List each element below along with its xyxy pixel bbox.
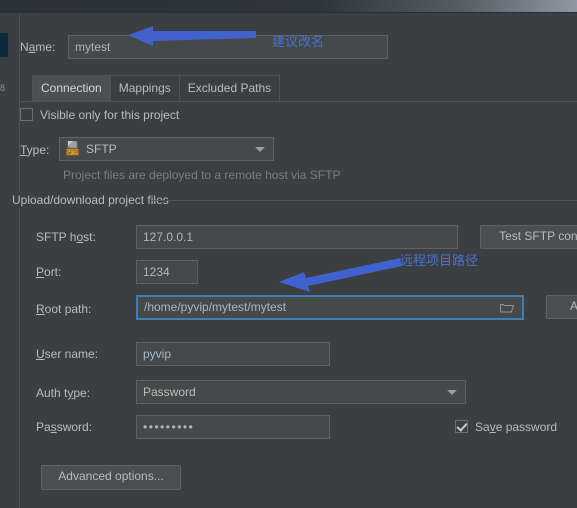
save-password-checkbox[interactable]	[455, 420, 468, 433]
root-path-field[interactable]: /home/pyvip/mytest/mytest	[136, 295, 524, 320]
password-label: Password:	[36, 420, 93, 434]
autodetect-label: Aut	[570, 299, 577, 313]
upload-group-separator	[151, 200, 577, 201]
auth-type-value: Password	[143, 385, 196, 399]
advanced-options-button[interactable]: Advanced options...	[41, 465, 181, 490]
auth-type-combobox[interactable]: Password	[136, 380, 466, 404]
user-name-field[interactable]: pyvip	[136, 342, 330, 366]
tab-connection-label: Connection	[41, 81, 102, 95]
chevron-down-icon	[255, 147, 265, 152]
password-value: •••••••••	[143, 420, 195, 434]
name-field[interactable]: mytest	[68, 35, 388, 59]
tab-mappings[interactable]: Mappings	[109, 75, 180, 101]
tab-mappings-label: Mappings	[118, 81, 171, 95]
user-name-label: User name:	[36, 347, 99, 361]
port-label: Port:	[36, 265, 62, 279]
settings-tabs: Connection Mappings Excluded Paths	[32, 75, 281, 101]
tab-bottom-border	[20, 101, 577, 102]
port-field[interactable]: 1234	[136, 260, 198, 284]
connection-settings-panel: Name: mytest Connection Mappings Exclude…	[12, 13, 577, 508]
deployment-list-selected-item[interactable]	[0, 33, 8, 57]
save-password-label: Save password	[475, 420, 558, 434]
sftp-host-value: 127.0.0.1	[143, 230, 194, 244]
user-name-value: pyvip	[143, 347, 172, 361]
sftp-host-field[interactable]: 127.0.0.1	[136, 225, 458, 249]
visible-only-checkbox[interactable]	[20, 108, 33, 121]
upload-group-title: Upload/download project files	[12, 192, 173, 208]
root-path-value: /home/pyvip/mytest/mytest	[144, 300, 287, 314]
autodetect-button[interactable]: Aut	[546, 295, 577, 319]
auth-type-label: Auth type:	[36, 386, 91, 400]
annotation-label-name: 建议改名	[272, 35, 325, 50]
type-hint-text: Project files are deployed to a remote h…	[63, 168, 341, 182]
window-title-gradient-bar	[0, 0, 577, 12]
sftp-host-label: SFTP host:	[36, 230, 96, 244]
root-path-label: Root path:	[36, 302, 92, 316]
name-field-value: mytest	[75, 40, 111, 54]
type-combobox[interactable]: SFTP SFTP	[59, 137, 274, 161]
name-label: Name:	[20, 40, 56, 54]
sftp-server-icon: SFTP	[66, 141, 79, 156]
test-sftp-connection-button[interactable]: Test SFTP conne	[480, 225, 577, 249]
tab-excluded-paths-label: Excluded Paths	[187, 81, 272, 95]
chevron-down-icon	[447, 390, 457, 395]
test-sftp-connection-label: Test SFTP conne	[499, 229, 577, 243]
annotation-label-root-path: 远程项目路径	[400, 254, 479, 269]
advanced-options-label: Advanced options...	[58, 469, 164, 483]
svg-text:SFTP: SFTP	[67, 150, 78, 156]
folder-icon[interactable]	[500, 302, 514, 313]
port-value: 1234	[143, 265, 170, 279]
type-combobox-value: SFTP	[86, 142, 117, 156]
type-label: Type:	[20, 143, 50, 157]
tab-excluded-paths[interactable]: Excluded Paths	[178, 75, 281, 101]
tab-connection[interactable]: Connection	[32, 75, 111, 101]
password-field[interactable]: •••••••••	[136, 415, 330, 439]
visible-only-label: Visible only for this project	[40, 108, 180, 122]
list-clipped-glyph: 8	[0, 83, 6, 93]
